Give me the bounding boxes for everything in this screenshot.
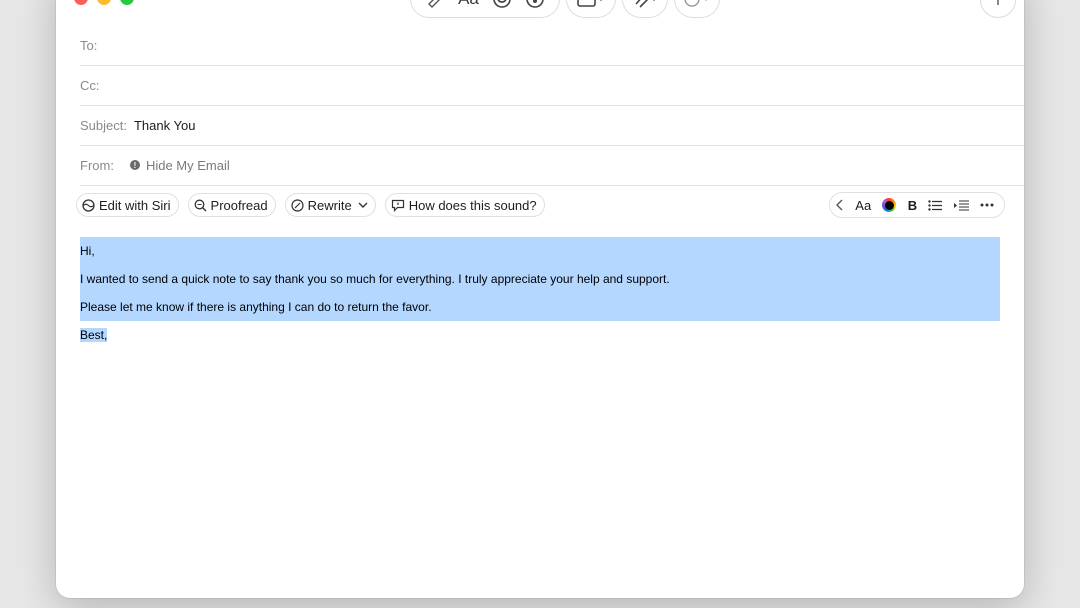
format-toolbar-group: Aa — [410, 0, 560, 18]
selected-text-block: Hi, I wanted to send a quick note to say… — [80, 237, 1000, 321]
message-line-signoff: Best, — [80, 328, 108, 342]
from-selector[interactable]: ! Hide My Email — [129, 157, 230, 173]
subject-label: Subject: — [80, 117, 127, 133]
more-options-icon[interactable] — [980, 203, 994, 207]
subject-value[interactable]: Thank You — [134, 118, 195, 133]
bulleted-list-icon[interactable] — [928, 199, 943, 211]
subject-field[interactable]: Subject: Thank You — [80, 105, 1024, 146]
minimize-button[interactable] — [97, 0, 111, 5]
message-line-1: I wanted to send a quick note to say tha… — [80, 272, 670, 286]
how-does-this-sound-button[interactable]: How does this sound? — [384, 193, 545, 217]
from-value: Hide My Email — [145, 157, 230, 173]
proofread-icon — [194, 199, 207, 212]
format-text-button[interactable]: Aa — [457, 0, 481, 14]
from-field[interactable]: From: ! Hide My Email — [80, 145, 1024, 186]
font-button[interactable]: Aa — [855, 198, 871, 213]
text-color-icon[interactable] — [882, 198, 897, 212]
message-line-signoff-row: Best, — [80, 321, 1000, 349]
bold-button[interactable]: B — [908, 198, 917, 213]
cc-label: Cc: — [80, 77, 100, 93]
emoji-icon[interactable] — [490, 0, 514, 14]
indent-icon[interactable] — [953, 199, 969, 211]
to-field[interactable]: To: — [80, 25, 1024, 66]
message-body[interactable]: Hi, I wanted to send a quick note to say… — [80, 237, 1000, 349]
cc-field[interactable]: Cc: — [80, 65, 1024, 106]
proofread-label: Proofread — [210, 197, 268, 213]
format-options-icon[interactable] — [683, 0, 711, 14]
photo-toolbar-group — [566, 0, 616, 18]
more-icon[interactable] — [980, 0, 1016, 18]
chevron-left-icon[interactable] — [836, 199, 844, 211]
attachment-icon[interactable] — [631, 0, 659, 14]
speech-bubble-icon — [391, 199, 405, 212]
format-options-toolbar-group — [674, 0, 720, 18]
proofread-button[interactable]: Proofread — [187, 193, 276, 217]
from-label: From: — [80, 157, 114, 173]
siri-icon — [82, 198, 95, 212]
sticker-icon[interactable] — [523, 0, 547, 14]
zoom-button[interactable] — [120, 0, 134, 5]
format-bar: Aa B — [829, 192, 1005, 218]
hide-my-email-icon: ! — [129, 160, 140, 170]
rewrite-icon — [291, 198, 304, 212]
to-label: To: — [80, 37, 98, 53]
message-line-greeting: Hi, — [80, 244, 95, 258]
writing-tools-bar: Edit with Siri Proofread Rewrite How doe… — [76, 192, 554, 218]
chevron-down-icon — [358, 202, 368, 208]
how-does-this-sound-label: How does this sound? — [408, 197, 537, 213]
message-line-2: Please let me know if there is anything … — [80, 300, 432, 314]
close-button[interactable] — [74, 0, 88, 5]
writing-tools-icon[interactable] — [424, 0, 448, 14]
rewrite-button[interactable]: Rewrite — [284, 193, 376, 217]
edit-with-siri-button[interactable]: Edit with Siri — [76, 193, 179, 217]
attachment-toolbar-group — [622, 0, 668, 18]
edit-with-siri-label: Edit with Siri — [99, 197, 171, 213]
mail-compose-window: Aa To: Cc: Subject: Thank You — [56, 0, 1024, 598]
photo-icon[interactable] — [577, 0, 605, 14]
rewrite-label: Rewrite — [307, 197, 352, 213]
